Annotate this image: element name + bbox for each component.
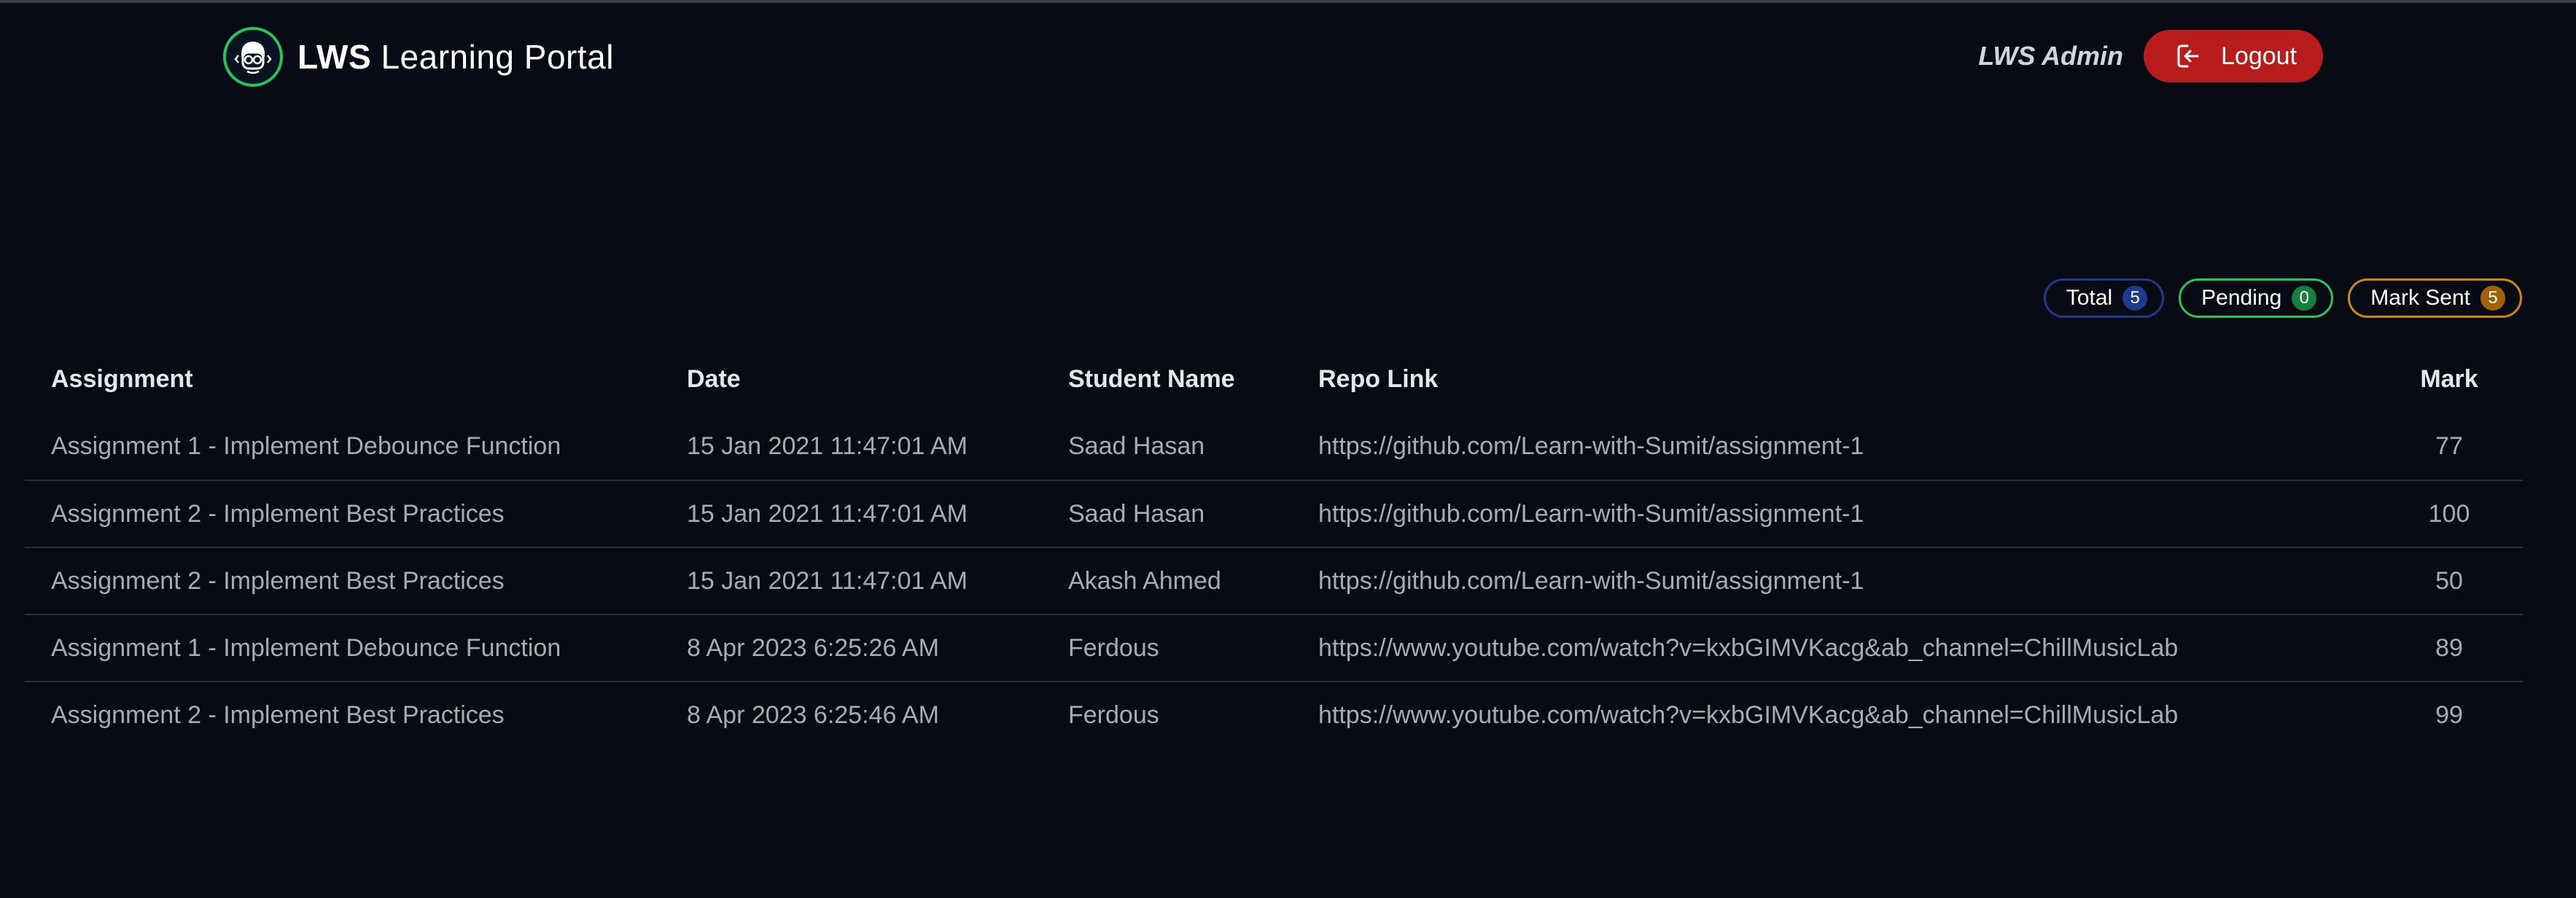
cell-assignment: Assignment 2 - Implement Best Practices bbox=[51, 566, 505, 595]
logout-button[interactable]: Logout bbox=[2144, 30, 2323, 82]
brand-title-rest: Learning Portal bbox=[371, 38, 614, 76]
cell-student-name: Saad Hasan bbox=[1068, 432, 1205, 460]
cell-assignment: Assignment 2 - Implement Best Practices bbox=[51, 700, 505, 729]
column-header-date: Date bbox=[687, 364, 741, 393]
cell-repo-link[interactable]: https://github.com/Learn-with-Sumit/assi… bbox=[1318, 567, 2375, 596]
cell-date: 8 Apr 2023 6:25:46 AM bbox=[687, 700, 939, 729]
column-header-assignment: Assignment bbox=[51, 364, 193, 393]
table-row: Assignment 2 - Implement Best Practices … bbox=[25, 480, 2523, 547]
logout-icon bbox=[2173, 40, 2205, 72]
admin-name: LWS Admin bbox=[1978, 41, 2123, 71]
table-row: Assignment 2 - Implement Best Practices … bbox=[25, 547, 2523, 614]
assignment-stats: Total 5 Pending 0 Mark Sent 5 bbox=[2043, 278, 2522, 318]
mark-sent-label: Mark Sent bbox=[2370, 286, 2470, 310]
developer-avatar-icon bbox=[223, 27, 283, 87]
cell-date: 15 Jan 2021 11:47:01 AM bbox=[687, 566, 968, 595]
cell-student-name: Ferdous bbox=[1068, 633, 1159, 662]
pending-badge: Pending 0 bbox=[2179, 278, 2334, 318]
column-header-student-name: Student Name bbox=[1068, 364, 1235, 393]
brand-title-bold: LWS bbox=[297, 38, 372, 76]
cell-mark: 77 bbox=[2435, 432, 2463, 460]
pending-count: 0 bbox=[2292, 286, 2317, 311]
cell-repo-link[interactable]: https://www.youtube.com/watch?v=kxbGIMVK… bbox=[1318, 701, 2375, 730]
cell-student-name: Ferdous bbox=[1068, 700, 1159, 729]
cell-student-name: Akash Ahmed bbox=[1068, 566, 1221, 595]
pending-label: Pending bbox=[2201, 286, 2282, 310]
assignment-marks-table: Assignment Date Student Name Repo Link M… bbox=[25, 345, 2523, 748]
brand-title: LWS Learning Portal bbox=[297, 37, 614, 77]
cell-assignment: Assignment 1 - Implement Debounce Functi… bbox=[51, 633, 561, 662]
table-row: Assignment 1 - Implement Debounce Functi… bbox=[25, 614, 2523, 681]
cell-repo-link[interactable]: https://github.com/Learn-with-Sumit/assi… bbox=[1318, 500, 2375, 528]
cell-mark: 89 bbox=[2435, 633, 2463, 662]
header-actions: LWS Admin Logout bbox=[1978, 30, 2323, 82]
cell-date: 8 Apr 2023 6:25:26 AM bbox=[687, 633, 939, 662]
cell-mark: 99 bbox=[2435, 700, 2463, 729]
brand[interactable]: LWS Learning Portal bbox=[223, 24, 614, 90]
column-header-mark: Mark bbox=[2420, 364, 2478, 393]
column-header-repo-link: Repo Link bbox=[1318, 364, 1439, 393]
cell-repo-link[interactable]: https://www.youtube.com/watch?v=kxbGIMVK… bbox=[1318, 634, 2375, 663]
cell-date: 15 Jan 2021 11:47:01 AM bbox=[687, 499, 968, 528]
logout-label: Logout bbox=[2221, 42, 2297, 70]
table-header: Assignment Date Student Name Repo Link M… bbox=[25, 345, 2523, 413]
total-count: 5 bbox=[2122, 286, 2148, 311]
cell-assignment: Assignment 1 - Implement Debounce Functi… bbox=[51, 432, 561, 460]
table-row: Assignment 2 - Implement Best Practices … bbox=[25, 681, 2523, 748]
top-border bbox=[0, 0, 2576, 3]
cell-student-name: Saad Hasan bbox=[1068, 499, 1205, 528]
cell-repo-link[interactable]: https://github.com/Learn-with-Sumit/assi… bbox=[1318, 432, 2375, 461]
total-badge: Total 5 bbox=[2043, 278, 2165, 318]
table-row: Assignment 1 - Implement Debounce Functi… bbox=[25, 413, 2523, 480]
cell-date: 15 Jan 2021 11:47:01 AM bbox=[687, 432, 968, 460]
mark-sent-count: 5 bbox=[2480, 286, 2505, 311]
cell-mark: 100 bbox=[2428, 499, 2470, 528]
cell-mark: 50 bbox=[2435, 566, 2463, 595]
top-navbar: LWS Learning Portal LWS Admin Logout bbox=[223, 24, 2323, 90]
total-label: Total bbox=[2066, 286, 2113, 310]
mark-sent-badge: Mark Sent 5 bbox=[2348, 278, 2522, 318]
cell-assignment: Assignment 2 - Implement Best Practices bbox=[51, 499, 505, 528]
